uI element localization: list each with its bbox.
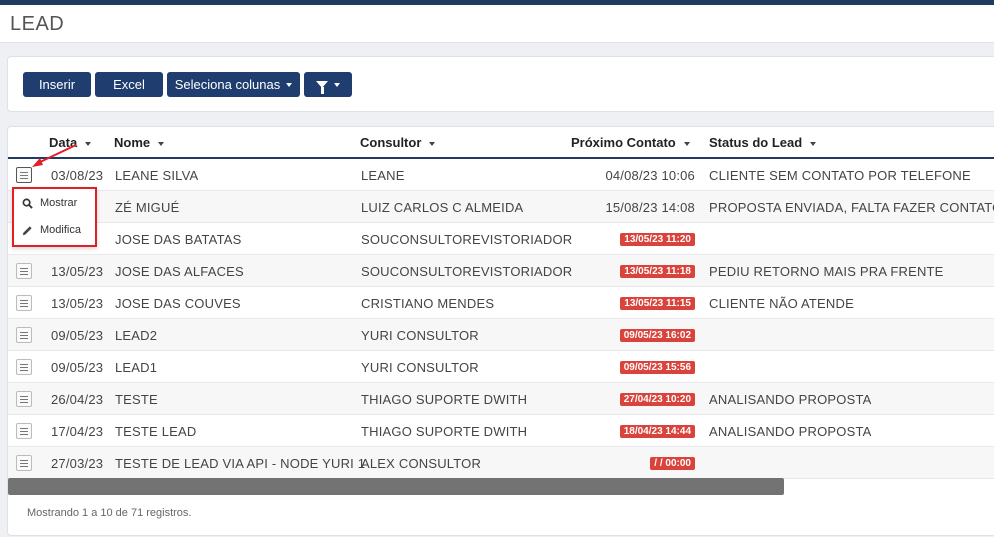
row-menu-icon[interactable]: [16, 327, 32, 343]
modifica-label: Modifica: [40, 224, 81, 236]
cell-consultor: LUIZ CARLOS C ALMEIDA: [361, 200, 524, 215]
overdue-contact-badge: 13/05/23 11:20: [620, 233, 695, 246]
cell-consultor: THIAGO SUPORTE DWITH: [361, 392, 528, 407]
row-actions-dropdown: Mostrar Modifica: [12, 187, 97, 247]
table-row[interactable]: 13/05/23 JOSE DAS COUVES CRISTIANO MENDES C…: [8, 287, 994, 319]
cell-status: PROPOSTA ENVIADA, FALTA FAZER CONTATO: [709, 200, 994, 215]
caret-down-icon: [334, 82, 340, 87]
overdue-contact-badge: 13/05/23 11:15: [620, 297, 695, 310]
cell-consultor: CRISTIANO MENDES: [361, 296, 495, 311]
cell-nome: ZÉ MIGUÉ: [115, 200, 180, 215]
table-row[interactable]: JOSE DAS BATATAS SOUCONSULTOREVISTORIADOR…: [8, 223, 994, 255]
cell-consultor: LEANE: [361, 168, 405, 183]
cell-status: ANALISANDO PROPOSTA: [709, 392, 872, 407]
cell-status: PEDIU RETORNO MAIS PRA FRENTE: [709, 264, 944, 279]
table-row[interactable]: 27/03/23 TESTE DE LEAD VIA API - NODE YUR…: [8, 447, 994, 479]
excel-button[interactable]: Excel: [95, 72, 163, 97]
cell-data: 09/05/23: [51, 328, 104, 343]
seleciona-colunas-button[interactable]: Seleciona colunas: [167, 72, 300, 97]
page-title: LEAD: [10, 13, 65, 35]
cell-nome: LEANE SILVA: [115, 168, 199, 183]
table-row[interactable]: 26/04/23 TESTE THIAGO SUPORTE DWITH ANALISA…: [8, 383, 994, 415]
row-menu-icon[interactable]: [16, 455, 32, 471]
table-row[interactable]: ZÉ MIGUÉ LUIZ CARLOS C ALMEIDA PROPOSTA EN…: [8, 191, 994, 223]
inserir-label: Inserir: [38, 77, 76, 92]
cell-consultor: ALEX CONSULTOR: [361, 456, 482, 471]
cell-proximo-contato: 04/08/23 10:06: [605, 168, 695, 183]
leads-table-card: Data Nome Consultor Próximo Contato Stat…: [7, 126, 994, 536]
cell-nome: JOSE DAS COUVES: [115, 296, 241, 311]
row-menu-icon[interactable]: [16, 359, 32, 375]
row-menu-icon[interactable]: [16, 263, 32, 279]
overdue-contact-badge: 18/04/23 14:44: [619, 425, 695, 438]
overdue-contact-badge: / / 00:00: [650, 457, 695, 470]
sort-icon: [85, 141, 92, 146]
sort-icon: [429, 141, 436, 146]
table-row[interactable]: 09/05/23 LEAD2 YURI CONSULTOR 09/05/23 16:0…: [8, 319, 994, 351]
cell-data: 27/03/23: [51, 456, 104, 471]
cell-data: 26/04/23: [51, 392, 104, 407]
overdue-contact-badge: 09/05/23 15:56: [619, 361, 695, 374]
cell-proximo-contato: 15/08/23 14:08: [605, 200, 695, 215]
cell-nome: TESTE DE LEAD VIA API - NODE YURI 1: [115, 456, 366, 471]
row-menu-icon[interactable]: [16, 423, 32, 439]
column-header-data[interactable]: Data: [49, 135, 92, 150]
table-info: Mostrando 1 a 10 de 71 registros.: [27, 507, 192, 519]
cell-nome: TESTE LEAD: [115, 424, 197, 439]
table-row[interactable]: 13/05/23 JOSE DAS ALFACES SOUCONSULTOREVIS…: [8, 255, 994, 287]
table-row[interactable]: 17/04/23 TESTE LEAD THIAGO SUPORTE DWITH AN…: [8, 415, 994, 447]
row-menu-icon[interactable]: [16, 167, 32, 183]
inserir-button[interactable]: Inserir: [23, 72, 91, 97]
overdue-contact-badge: 13/05/23 11:18: [620, 265, 695, 278]
table-header: Data Nome Consultor Próximo Contato Stat…: [8, 127, 994, 159]
excel-label: Excel: [113, 77, 145, 92]
cell-consultor: YURI CONSULTOR: [361, 360, 479, 375]
pencil-icon: [22, 225, 32, 235]
table-row[interactable]: 03/08/23 LEANE SILVA LEANE CLIENTE SEM CONT…: [8, 159, 994, 191]
cell-data: 13/05/23: [51, 264, 104, 279]
search-icon: [22, 198, 33, 209]
seleciona-colunas-label: Seleciona colunas: [174, 77, 281, 92]
cell-nome: JOSE DAS ALFACES: [115, 264, 244, 279]
sort-icon: [810, 141, 817, 146]
cell-nome: LEAD1: [115, 360, 158, 375]
column-header-nome[interactable]: Nome: [114, 135, 165, 150]
caret-down-icon: [286, 82, 293, 87]
cell-data: 09/05/23: [51, 360, 104, 375]
table-row[interactable]: 09/05/23 LEAD1 YURI CONSULTOR 09/05/23 15:5…: [8, 351, 994, 383]
horizontal-scrollbar[interactable]: [8, 478, 784, 495]
mostrar-label: Mostrar: [40, 197, 78, 209]
cell-consultor: SOUCONSULTOREVISTORIADOR: [361, 232, 573, 247]
sort-icon: [683, 141, 690, 146]
menu-item-modifica[interactable]: Modifica: [22, 224, 81, 236]
cell-nome: JOSE DAS BATATAS: [115, 232, 242, 247]
sort-icon: [158, 141, 165, 146]
overdue-contact-badge: 09/05/23 16:02: [619, 329, 695, 342]
column-header-proximo-contato[interactable]: Próximo Contato: [571, 135, 690, 150]
toolbar-card: Inserir Excel Seleciona colunas: [7, 56, 994, 112]
column-header-status[interactable]: Status do Lead: [709, 135, 817, 150]
menu-item-mostrar[interactable]: Mostrar: [22, 197, 77, 209]
cell-status: ANALISANDO PROPOSTA: [709, 424, 872, 439]
cell-data: 17/04/23: [51, 424, 104, 439]
column-header-consultor[interactable]: Consultor: [360, 135, 436, 150]
page-header: LEAD: [0, 5, 994, 43]
cell-data: 03/08/23: [51, 168, 104, 183]
cell-nome: TESTE: [115, 392, 158, 407]
filter-icon: [316, 81, 328, 94]
cell-nome: LEAD2: [115, 328, 158, 343]
cell-status: CLIENTE SEM CONTATO POR TELEFONE: [709, 168, 971, 183]
overdue-contact-badge: 27/04/23 10:20: [619, 393, 695, 406]
cell-consultor: YURI CONSULTOR: [361, 328, 479, 343]
cell-data: 13/05/23: [51, 296, 104, 311]
cell-status: CLIENTE NÃO ATENDE: [709, 296, 854, 311]
filter-button[interactable]: [304, 72, 352, 97]
row-menu-icon[interactable]: [16, 295, 32, 311]
row-menu-icon[interactable]: [16, 391, 32, 407]
cell-consultor: SOUCONSULTOREVISTORIADOR: [361, 264, 573, 279]
cell-consultor: THIAGO SUPORTE DWITH: [361, 424, 528, 439]
